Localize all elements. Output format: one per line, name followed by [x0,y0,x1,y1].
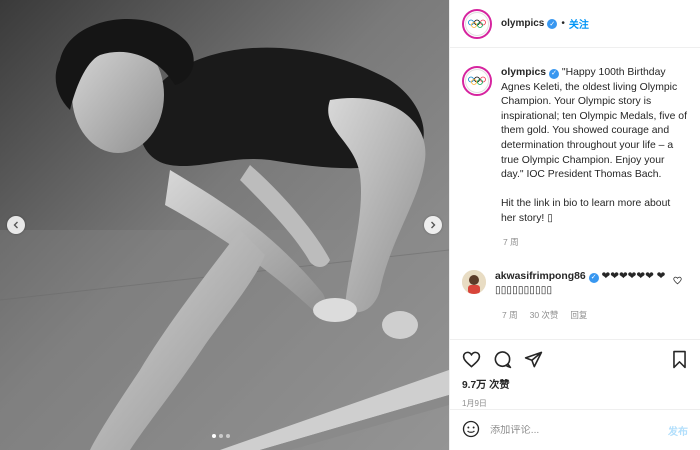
caption-username[interactable]: olympics [501,67,546,78]
verified-badge-icon: ✓ [549,69,560,80]
caption-time: 7 周 [503,236,519,247]
caption-avatar[interactable] [462,66,492,96]
header-username[interactable]: olympics [501,18,544,29]
caption-text: olympics ✓ "Happy 100th Birthday Agnes Ke… [501,66,688,227]
post-button[interactable]: 发布 [668,423,688,438]
next-image-button[interactable] [424,216,442,234]
chevron-right-icon [431,221,436,229]
reply-button[interactable]: 回复 [570,309,587,321]
verified-badge-icon: ✓ [588,272,599,283]
avatar[interactable] [462,8,492,39]
comment-avatar[interactable] [462,269,486,294]
comments-section: olympics ✓ "Happy 100th Birthday Agnes Ke… [450,48,700,338]
comment-input[interactable] [490,424,650,436]
verified-badge-icon: ✓ [547,18,558,29]
action-icons [462,348,688,370]
post-media[interactable] [0,0,449,450]
like-count[interactable]: 9.7万 次赞 [462,376,688,391]
chevron-left-icon [13,221,18,229]
comment-item: akwasifrimpong86 ✓ ❤❤❤❤❤❤ ❤▯▯▯▯▯▯▯▯▯▯ [462,269,688,299]
caption-body: "Happy 100th Birthday Agnes Keleti, the … [501,67,687,181]
emoji-icon[interactable] [462,420,480,441]
carousel-dot [212,434,216,438]
previous-image-button[interactable] [7,216,25,234]
comment-likes[interactable]: 30 次赞 [530,309,559,321]
comment-text: akwasifrimpong86 ✓ ❤❤❤❤❤❤ ❤▯▯▯▯▯▯▯▯▯▯ [495,270,675,299]
carousel-dot [226,434,230,438]
heart-icon[interactable] [462,350,481,369]
olympic-rings-icon [468,19,486,28]
carousel-indicator [212,434,230,438]
carousel-dot [219,434,223,438]
separator: • [561,18,565,29]
share-icon[interactable] [524,350,543,369]
comment-time: 7 周 [502,309,518,320]
caption: olympics ✓ "Happy 100th Birthday Agnes Ke… [462,66,688,227]
like-comment-heart-icon[interactable] [673,276,682,288]
post-header: olympics ✓ • 关注 [450,0,700,48]
comment-meta: 7 周 30 次赞 回复 [502,309,688,321]
post-actions: 9.7万 次赞 1月9日 [450,339,700,409]
comment-composer: 发布 [450,409,700,450]
post-photo [0,0,449,450]
avatar-image [462,269,486,294]
bookmark-icon[interactable] [671,350,688,369]
comment-icon[interactable] [493,350,512,369]
post-date[interactable]: 1月9日 [462,398,688,409]
comment-username[interactable]: akwasifrimpong86 [495,271,586,282]
caption-body-2: Hit the link in bio to learn more about … [501,198,671,224]
follow-button[interactable]: 关注 [569,16,589,31]
olympic-rings-icon [468,76,486,85]
post-sidebar: olympics ✓ • 关注 olympics ✓ "Happy 100th B… [449,0,700,450]
